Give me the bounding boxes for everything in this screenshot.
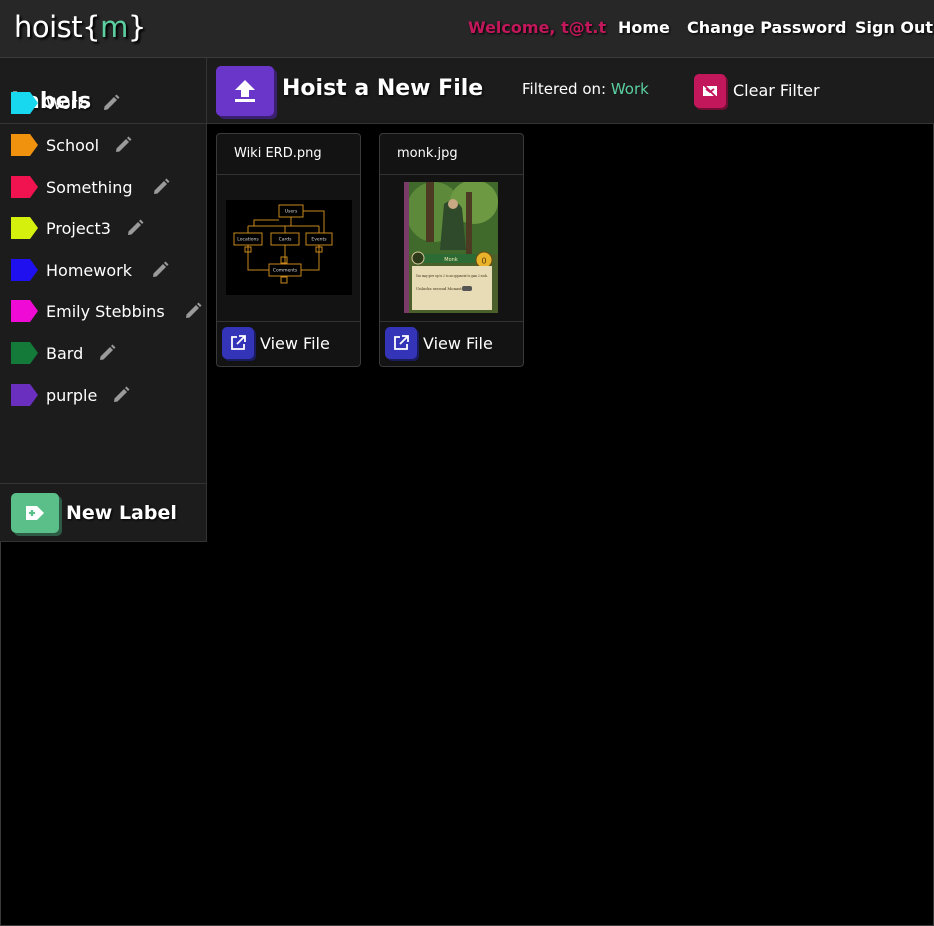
filter-prefix: Filtered on: [522, 80, 607, 98]
sidebar-item-emily-stebbins[interactable]: Emily Stebbins [11, 296, 203, 326]
nav-sign-out-link[interactable]: Sign Out [855, 18, 933, 37]
sidebar-item-label: School [46, 135, 100, 155]
erd-box-locations: Locations [237, 237, 259, 243]
sidebar-item-label: Emily Stebbins [46, 301, 165, 321]
label-tag-icon [11, 92, 38, 114]
pencil-icon[interactable] [97, 343, 117, 363]
brand-word: hoist [14, 10, 83, 44]
pencil-icon[interactable] [111, 385, 131, 405]
sidebar-item-purple[interactable]: purple [11, 380, 131, 410]
upload-icon [235, 80, 255, 102]
welcome-message: Welcome, t@t.t [468, 18, 607, 37]
filter-value: Work [610, 80, 649, 98]
monk-card-name: Monk [444, 257, 458, 263]
label-tag-icon [11, 217, 38, 239]
monk-card-value: 0 [481, 257, 486, 266]
filter-status: Filtered on: Work [522, 80, 649, 98]
brand-logo[interactable]: hoist{m} [14, 10, 146, 44]
sidebar-item-label: Project3 [46, 218, 111, 238]
label-tag-icon [11, 176, 38, 198]
sidebar-item-label: purple [46, 385, 98, 405]
brand-m: m [100, 10, 128, 44]
pencil-icon[interactable] [113, 135, 133, 155]
card-divider [217, 321, 360, 322]
file-name: monk.jpg [397, 146, 458, 161]
file-card: Wiki ERD.png Users Locations Cards Event… [216, 133, 361, 367]
sidebar-item-bard[interactable]: Bard [11, 338, 117, 368]
view-file-label[interactable]: View File [423, 334, 493, 353]
sidebar-item-label: Work [46, 93, 87, 113]
label-tag-icon [11, 134, 38, 156]
file-toolbar: Hoist a New File Filtered on: Work Clear… [207, 58, 934, 124]
pencil-icon[interactable] [150, 260, 170, 280]
sidebar-item-project3[interactable]: Project3 [11, 213, 145, 243]
tag-plus-icon[interactable] [11, 493, 59, 533]
sidebar-item-work[interactable]: Work [11, 88, 121, 118]
sidebar-item-something[interactable]: Something [11, 172, 171, 202]
label-tag-icon [11, 384, 38, 406]
external-link-icon [231, 335, 246, 350]
brand-close-brace: } [127, 10, 146, 44]
card-divider [380, 321, 523, 322]
file-thumbnail-monk[interactable]: Monk 0 You may give up to 2 to an oppone… [404, 180, 498, 313]
eye-off-icon [703, 84, 717, 98]
nav-home-link[interactable]: Home [618, 18, 670, 37]
pencil-icon[interactable] [151, 177, 171, 197]
erd-box-users: Users [285, 209, 298, 215]
sidebar-item-label: Homework [46, 260, 132, 280]
erd-box-events: Events [311, 237, 327, 243]
monk-card-text-1: You may give up to 2 to an opponent to g… [415, 273, 488, 278]
clear-filter-button[interactable] [694, 74, 726, 108]
sidebar-item-label: Bard [46, 343, 84, 363]
file-thumbnail-erd[interactable]: Users Locations Cards Events Comments [226, 200, 352, 295]
brand-open-brace: { [82, 10, 101, 44]
card-divider [380, 174, 523, 175]
new-label-text: New Label [66, 502, 177, 524]
sidebar-divider-top [0, 123, 206, 124]
external-link-icon [394, 335, 409, 350]
pencil-icon[interactable] [125, 218, 145, 238]
clear-filter-label[interactable]: Clear Filter [733, 81, 820, 100]
sidebar-item-label: Something [46, 177, 133, 197]
card-divider [217, 174, 360, 175]
sidebar-item-school[interactable]: School [11, 130, 133, 160]
erd-box-cards: Cards [279, 237, 293, 243]
label-tag-icon [11, 300, 38, 322]
erd-box-comments: Comments [273, 268, 298, 274]
label-tag-icon [11, 342, 38, 364]
nav-change-password-link[interactable]: Change Password [687, 18, 846, 37]
view-file-label[interactable]: View File [260, 334, 330, 353]
view-file-button[interactable] [222, 327, 254, 359]
upload-label[interactable]: Hoist a New File [282, 76, 483, 101]
top-navbar: hoist{m} Welcome, t@t.t Home Change Pass… [0, 0, 934, 58]
file-name: Wiki ERD.png [234, 146, 322, 161]
upload-button[interactable] [216, 66, 274, 116]
pencil-icon[interactable] [101, 93, 121, 113]
view-file-button[interactable] [385, 327, 417, 359]
sidebar-item-homework[interactable]: Homework [11, 255, 170, 285]
pencil-icon[interactable] [183, 301, 203, 321]
labels-sidebar: Labels Work School Something Project3 Homewo… [0, 58, 207, 542]
label-tag-icon [11, 259, 38, 281]
sidebar-divider-bottom [0, 483, 206, 484]
monk-card-text-2: Unlocks second Monastery [416, 286, 469, 291]
new-label-button[interactable]: New Label [11, 493, 177, 533]
file-card: monk.jpg Monk 0 You may give up to 2 to … [379, 133, 524, 367]
